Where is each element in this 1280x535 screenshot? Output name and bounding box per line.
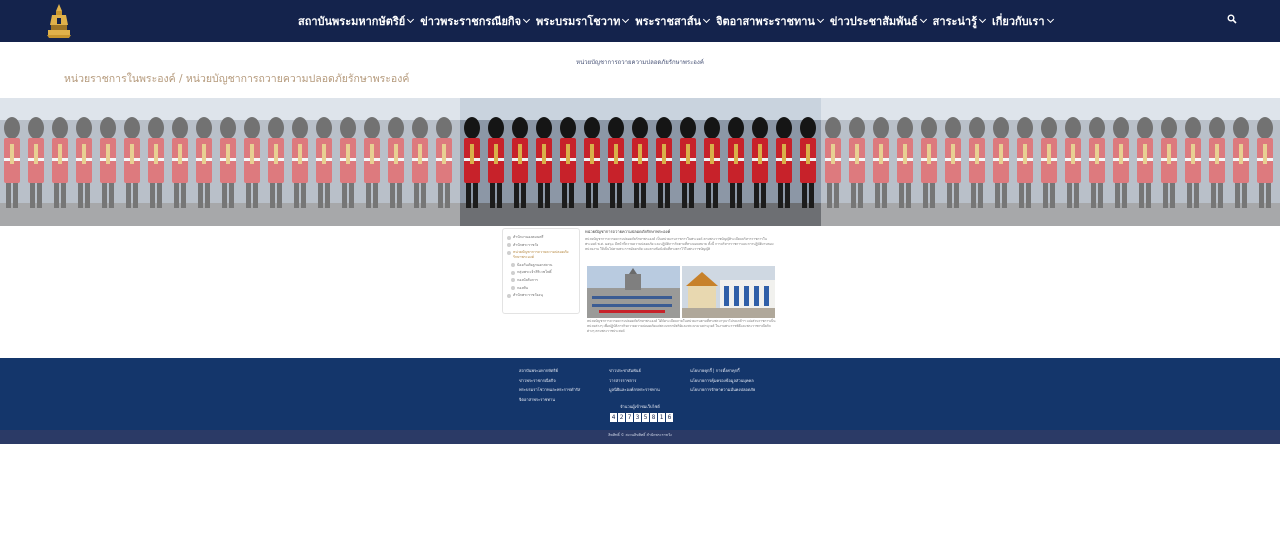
nav-item-about[interactable]: เกี่ยวกับเรา	[991, 12, 1054, 30]
footer-link[interactable]: มูลนิธิและองค์กรพระราชทาน	[609, 385, 660, 395]
sidebar-item-active[interactable]: หน่วยบัญชาการถวายความปลอดภัยรักษาพระองค์	[507, 250, 575, 260]
footer-link[interactable]: ข่าวพระราชกรณียกิจ	[519, 376, 580, 386]
parade-ground-photo	[587, 266, 680, 318]
chevron-down-icon	[1046, 15, 1054, 24]
nav-label: จิตอาสาพระราชทาน	[716, 15, 815, 28]
chevron-down-icon	[622, 15, 630, 24]
footer-link[interactable]: พระบรมราโชวาทและพระราชดำรัส	[519, 385, 580, 395]
sidebar-subitem[interactable]: กลุ่มพระเจ้าสิริเวชโพธิ์	[511, 270, 575, 275]
top-navbar: สถาบันพระมหากษัตริย์ ข่าวพระราชกรณียกิจ …	[0, 0, 1280, 42]
article-title: หน่วยบัญชาการถวายความปลอดภัยรักษาพระองค์	[585, 229, 671, 234]
sidebar-item[interactable]: สำนักพระราชวัง	[507, 243, 575, 248]
nav-label: พระราชสาส์น	[635, 15, 702, 28]
sidebar-item[interactable]: สำนักพระราชวังอนุ	[507, 293, 575, 298]
nav-label: สาระน่ารู้	[932, 15, 977, 28]
nav-item-knowledge[interactable]: สาระน่ารู้	[932, 12, 987, 30]
sidebar-item-label: กองบังคับการ	[517, 277, 538, 282]
sidebar-item-label: สำนักพระราชวังอนุ	[513, 293, 543, 298]
footer-column-2: ข่าวประชาสัมพันธ์ วารสารราชการ มูลนิธิแล…	[609, 366, 660, 395]
footer-link[interactable]: สถาบันพระมหากษัตริย์	[519, 366, 580, 376]
bullet-icon	[511, 278, 515, 283]
bullet-icon	[507, 235, 511, 240]
article-paragraph: หน่วยบัญชาการถวายความปลอดภัยรักษาพระองค์…	[587, 319, 776, 333]
sidebar-subitem[interactable]: กองบังคับการ	[511, 278, 575, 283]
palace-ceremony-photo	[682, 266, 775, 318]
nav-item-royal-messages[interactable]: พระราชสาส์น	[635, 12, 711, 30]
sidebar-item-label: กองพัน	[517, 285, 528, 290]
article-paragraph: หน่วยบัญชาการถวายความปลอดภัยรักษาพระองค์…	[585, 237, 774, 251]
bullet-icon	[511, 286, 515, 291]
nav-label: เกี่ยวกับเรา	[991, 15, 1045, 28]
nav-label: สถาบันพระมหากษัตริย์	[298, 15, 406, 28]
nav-item-royal-news[interactable]: ข่าวพระราชกรณียกิจ	[420, 12, 531, 30]
visitor-counter-label: จำนวนผู้เข้าชมเว็บไซต์	[620, 404, 660, 409]
article: หน่วยบัญชาการถวายความปลอดภัยรักษาพระองค์…	[585, 229, 776, 252]
article-photos	[587, 266, 775, 318]
counter-digit: 1	[658, 413, 665, 422]
counter-digit: 4	[610, 413, 617, 422]
nav-label: พระบรมราโชวาท	[536, 15, 621, 28]
counter-digit: 5	[642, 413, 649, 422]
footer-link[interactable]: นโยบายการคุ้มครองข้อมูลส่วนบุคคล	[690, 376, 755, 386]
search-icon[interactable]	[1227, 14, 1237, 24]
visitor-counter: 4 2 7 3 5 8 1 6	[610, 413, 674, 422]
nav-item-royal-speeches[interactable]: พระบรมราโชวาท	[536, 12, 630, 30]
counter-digit: 7	[626, 413, 633, 422]
counter-digit: 6	[666, 413, 673, 422]
footer-link[interactable]: นโยบายคุกกี้ | การตั้งค่าคุกกี้	[690, 366, 755, 376]
footer-link[interactable]: ข่าวประชาสัมพันธ์	[609, 366, 660, 376]
nav-item-monarchy[interactable]: สถาบันพระมหากษัตริย์	[298, 12, 415, 30]
sidebar-item-label: สำนักพระราชวัง	[513, 242, 539, 247]
page-small-title: หน่วยบัญชาการถวายความปลอดภัยรักษาพระองค์	[576, 59, 704, 66]
footer-link[interactable]: จิตอาสาพระราชทาน	[519, 395, 580, 405]
chevron-down-icon	[407, 15, 415, 24]
sidebar-subitem[interactable]: กองพัน	[511, 286, 575, 291]
counter-digit: 3	[634, 413, 641, 422]
nav-item-announcements[interactable]: ข่าวประชาสัมพันธ์	[829, 12, 927, 30]
chevron-down-icon	[523, 15, 531, 24]
hero-background-right	[821, 98, 1280, 226]
chevron-down-icon	[919, 15, 927, 24]
sidebar-menu: สำนักงานองคมนตรี สำนักพระราชวัง หน่วยบัญ…	[502, 228, 580, 314]
nav-label: ข่าวพระราชกรณียกิจ	[420, 15, 522, 28]
breadcrumb: หน่วยราชการในพระองค์ / หน่วยบัญชาการถวาย…	[64, 73, 410, 85]
chevron-down-icon	[816, 15, 824, 24]
royal-guards-photo	[460, 98, 821, 226]
bullet-icon	[507, 243, 511, 248]
hero-background-left	[0, 98, 460, 226]
bullet-icon	[511, 263, 515, 268]
sidebar-item-label: หน่วยบัญชาการถวายความปลอดภัยรักษาพระองค์	[513, 250, 569, 260]
sidebar-item-label: กลุ่มพระเจ้าสิริเวชโพธิ์	[517, 270, 552, 275]
counter-digit: 8	[650, 413, 657, 422]
footer-column-3: นโยบายคุกกี้ | การตั้งค่าคุกกี้ นโยบายกา…	[690, 366, 755, 395]
footer-link[interactable]: วารสารราชการ	[609, 376, 660, 386]
chevron-down-icon	[978, 15, 987, 24]
chevron-down-icon	[703, 15, 711, 24]
hero-banner	[0, 98, 1280, 226]
sidebar-item-label: ป้องกันภัยลูกนอกสถาน	[517, 262, 553, 267]
footer-column-1: สถาบันพระมหากษัตริย์ ข่าวพระราชกรณียกิจ …	[519, 366, 580, 404]
bullet-icon	[507, 250, 511, 255]
bullet-icon	[511, 270, 515, 275]
royal-emblem-icon[interactable]	[46, 3, 72, 38]
sidebar-subitem[interactable]: ป้องกันภัยลูกนอกสถาน	[511, 263, 575, 268]
main-nav: สถาบันพระมหากษัตริย์ ข่าวพระราชกรณียกิจ …	[298, 0, 1060, 42]
sidebar-item[interactable]: สำนักงานองคมนตรี	[507, 235, 575, 240]
nav-item-volunteer[interactable]: จิตอาสาพระราชทาน	[716, 12, 824, 30]
sidebar-item-label: สำนักงานองคมนตรี	[513, 235, 544, 239]
nav-label: ข่าวประชาสัมพันธ์	[829, 15, 918, 28]
counter-digit: 2	[618, 413, 625, 422]
bullet-icon	[507, 293, 511, 298]
footer-link[interactable]: นโยบายการรักษาความมั่นคงปลอดภัย	[690, 385, 755, 395]
copyright-text: ลิขสิทธิ์ © สงวนลิขสิทธิ์ สำนักพระราชวัง	[608, 433, 672, 437]
